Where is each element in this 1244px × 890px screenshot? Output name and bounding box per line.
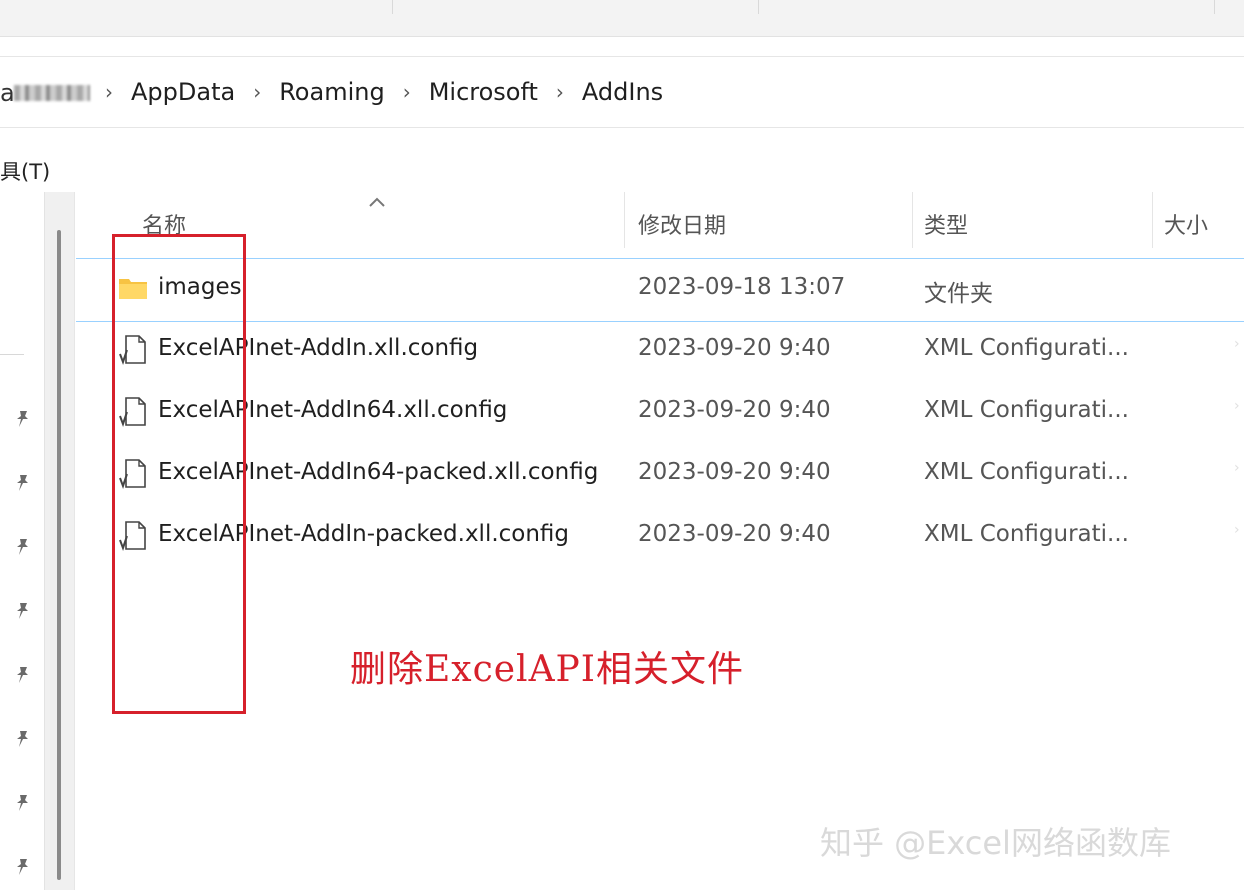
breadcrumb: a › AppData › Roaming › Microsoft › AddI…: [0, 75, 670, 109]
highlight-box: [112, 234, 246, 714]
file-type: XML Configurati...: [924, 521, 1129, 547]
pane-divider: [74, 192, 75, 890]
pin-icon[interactable]: [12, 792, 34, 814]
column-header-type[interactable]: 类型: [924, 208, 968, 240]
column-resize-handle[interactable]: [624, 192, 625, 248]
truncation-marker: ›: [1234, 522, 1240, 538]
file-row[interactable]: ExcelAPInet-AddIn.xll.config 2023-09-20 …: [76, 320, 1244, 382]
breadcrumb-item-microsoft[interactable]: Microsoft: [422, 78, 545, 106]
chevron-right-icon[interactable]: ›: [242, 80, 272, 104]
file-date: 2023-09-20 9:40: [638, 335, 831, 361]
pin-icon[interactable]: [12, 536, 34, 558]
pin-icon[interactable]: [12, 472, 34, 494]
column-resize-handle[interactable]: [1152, 192, 1153, 248]
file-type: XML Configurati...: [924, 335, 1129, 361]
column-header-size[interactable]: 大小: [1164, 208, 1208, 240]
toolbar-divider: [1214, 0, 1215, 14]
annotation-text: 删除ExcelAPI相关文件: [350, 649, 745, 690]
file-date: 2023-09-20 9:40: [638, 521, 831, 547]
truncation-marker: ›: [1234, 336, 1240, 352]
watermark: 知乎 @Excel网络函数库: [820, 824, 1171, 862]
file-row-images[interactable]: images 2023-09-18 13:07 文件夹: [76, 258, 1244, 322]
chevron-right-icon[interactable]: ›: [94, 80, 124, 104]
file-row[interactable]: ExcelAPInet-AddIn64.xll.config 2023-09-2…: [76, 382, 1244, 444]
column-header-row: 名称 修改日期 类型 大小: [76, 192, 1244, 262]
file-date: 2023-09-20 9:40: [638, 459, 831, 485]
menu-tools[interactable]: 具(T): [0, 156, 50, 186]
nav-divider: [0, 354, 24, 355]
toolbar-divider: [392, 0, 393, 14]
pin-icon[interactable]: [12, 408, 34, 430]
column-resize-handle[interactable]: [912, 192, 913, 248]
breadcrumb-item-appdata[interactable]: AppData: [124, 78, 242, 106]
pin-icon[interactable]: [12, 728, 34, 750]
sort-ascending-icon[interactable]: [368, 196, 386, 208]
pin-icon[interactable]: [12, 600, 34, 622]
breadcrumb-item-addins[interactable]: AddIns: [575, 78, 670, 106]
breadcrumb-item-roaming[interactable]: Roaming: [272, 78, 391, 106]
column-header-date[interactable]: 修改日期: [638, 208, 726, 240]
chevron-right-icon[interactable]: ›: [545, 80, 575, 104]
window-toolbar: [0, 0, 1244, 37]
file-date: 2023-09-20 9:40: [638, 397, 831, 423]
file-row[interactable]: ExcelAPInet-AddIn-packed.xll.config 2023…: [76, 506, 1244, 568]
chevron-right-icon[interactable]: ›: [392, 80, 422, 104]
file-date: 2023-09-18 13:07: [638, 274, 846, 300]
truncation-marker: ›: [1234, 398, 1240, 414]
file-row[interactable]: ExcelAPInet-AddIn64-packed.xll.config 20…: [76, 444, 1244, 506]
breadcrumb-obscured-user[interactable]: a: [0, 79, 94, 105]
nav-scrollbar[interactable]: [44, 192, 75, 890]
nav-scrollbar-thumb[interactable]: [57, 230, 61, 880]
pin-icon[interactable]: [12, 664, 34, 686]
file-type: XML Configurati...: [924, 397, 1129, 423]
pin-icon[interactable]: [12, 856, 34, 878]
file-type: 文件夹: [924, 281, 993, 307]
toolbar-divider: [758, 0, 759, 14]
address-bar[interactable]: a › AppData › Roaming › Microsoft › AddI…: [0, 56, 1244, 128]
truncation-marker: ›: [1234, 460, 1240, 476]
file-type: XML Configurati...: [924, 459, 1129, 485]
